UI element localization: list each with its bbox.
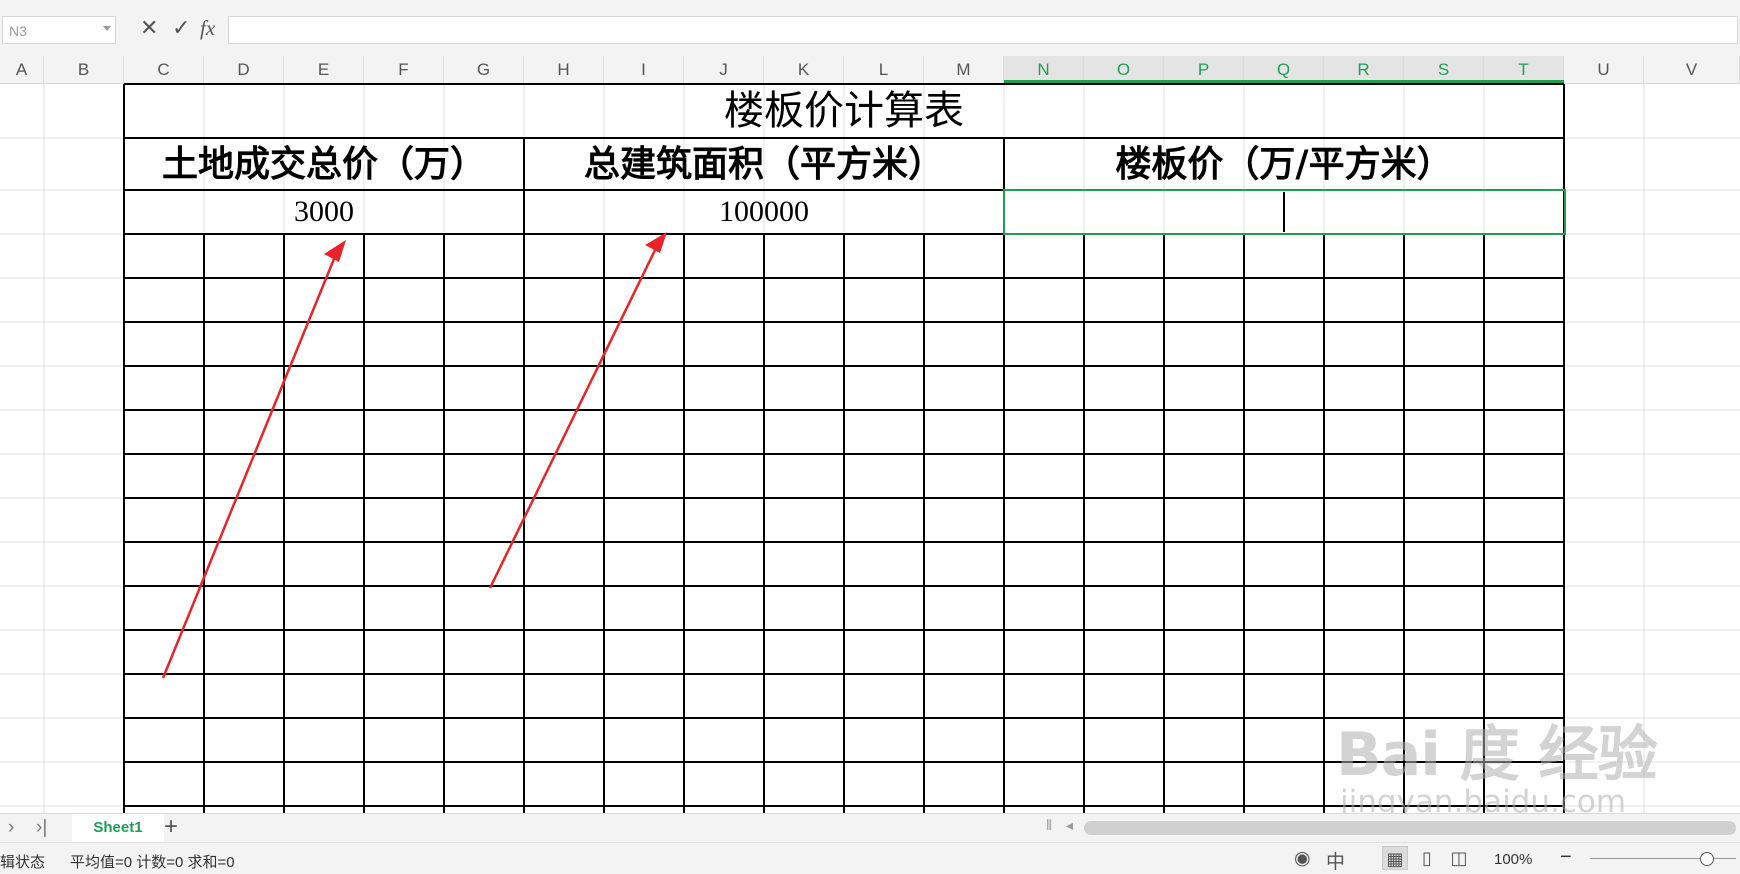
eye-icon[interactable]: ◉ xyxy=(1294,847,1311,870)
column-header-h[interactable]: H xyxy=(524,56,604,83)
spreadsheet-app: N3 ✕ ✓ fx A B C D E F G H I J K L M N O … xyxy=(0,0,1740,874)
header-land-price[interactable]: 土地成交总价（万） xyxy=(124,138,524,190)
sheet-title[interactable]: 楼板价计算表 xyxy=(124,84,1564,138)
column-header-j[interactable]: J xyxy=(684,56,764,83)
value-floor-area[interactable]: 100000 xyxy=(524,190,1004,234)
column-header-t[interactable]: T xyxy=(1484,56,1564,83)
zoom-level[interactable]: 100% xyxy=(1494,851,1532,868)
column-header-b[interactable]: B xyxy=(44,56,124,83)
sheet-tab-bar: › ›| Sheet1 + ⦀ ◂ xyxy=(0,813,1740,842)
column-header-m[interactable]: M xyxy=(924,56,1004,83)
column-header-d[interactable]: D xyxy=(204,56,284,83)
column-header-l[interactable]: L xyxy=(844,56,924,83)
zoom-slider-knob[interactable] xyxy=(1699,852,1714,866)
column-header-u[interactable]: U xyxy=(1564,56,1644,83)
zoom-slider[interactable] xyxy=(1590,858,1736,859)
grid-view-icon[interactable]: ▦ xyxy=(1382,846,1408,870)
name-box[interactable]: N3 xyxy=(2,16,116,44)
confirm-icon[interactable]: ✓ xyxy=(172,14,190,42)
column-header-q[interactable]: Q xyxy=(1244,56,1324,83)
header-floor-area[interactable]: 总建筑面积（平方米） xyxy=(524,138,1004,190)
column-header-r[interactable]: R xyxy=(1324,56,1404,83)
scroll-split-icon[interactable]: ⦀ xyxy=(1046,817,1052,834)
add-sheet-icon[interactable]: + xyxy=(164,814,178,840)
cancel-icon[interactable]: ✕ xyxy=(140,14,158,42)
column-header-v[interactable]: V xyxy=(1644,56,1740,83)
formula-input[interactable] xyxy=(228,16,1738,44)
status-bar: 辑状态 平均值=0 计数=0 求和=0 ◉ 中 ▦ ▯ ◫ 100% − xyxy=(0,842,1740,874)
edit-mode-status: 辑状态 xyxy=(0,854,46,871)
scroll-left-icon[interactable]: ◂ xyxy=(1066,817,1073,834)
formula-bar: N3 ✕ ✓ fx xyxy=(0,0,1740,57)
column-header-g[interactable]: G xyxy=(444,56,524,83)
name-box-value: N3 xyxy=(9,23,27,39)
sheet-tab-sheet1[interactable]: Sheet1 xyxy=(72,814,164,842)
column-header-c[interactable]: C xyxy=(124,56,204,83)
column-header-k[interactable]: K xyxy=(764,56,844,83)
page-layout-icon[interactable]: ▯ xyxy=(1414,846,1440,870)
insert-function-icon[interactable]: fx xyxy=(200,14,215,42)
column-header-e[interactable]: E xyxy=(284,56,364,83)
column-header-i[interactable]: I xyxy=(604,56,684,83)
zoom-out-icon[interactable]: − xyxy=(1560,846,1572,869)
selection-stats[interactable]: 平均值=0 计数=0 求和=0 xyxy=(70,851,235,872)
horizontal-scrollbar-thumb[interactable] xyxy=(1084,821,1736,835)
chevron-down-icon[interactable] xyxy=(103,26,111,31)
input-method-icon[interactable]: 中 xyxy=(1326,847,1345,874)
last-sheet-icon[interactable]: ›| xyxy=(36,817,47,839)
text-cursor xyxy=(1283,192,1285,232)
header-floor-price[interactable]: 楼板价（万/平方米） xyxy=(1004,138,1564,190)
column-header-a[interactable]: A xyxy=(0,56,44,83)
horizontal-scrollbar[interactable] xyxy=(1084,821,1736,835)
column-header-n[interactable]: N xyxy=(1004,56,1084,83)
value-land-price[interactable]: 3000 xyxy=(124,190,524,234)
column-header-p[interactable]: P xyxy=(1164,56,1244,83)
page-break-icon[interactable]: ◫ xyxy=(1446,846,1472,870)
column-header-o[interactable]: O xyxy=(1084,56,1164,83)
column-header-s[interactable]: S xyxy=(1404,56,1484,83)
next-sheet-icon[interactable]: › xyxy=(8,817,14,839)
column-header-f[interactable]: F xyxy=(364,56,444,83)
